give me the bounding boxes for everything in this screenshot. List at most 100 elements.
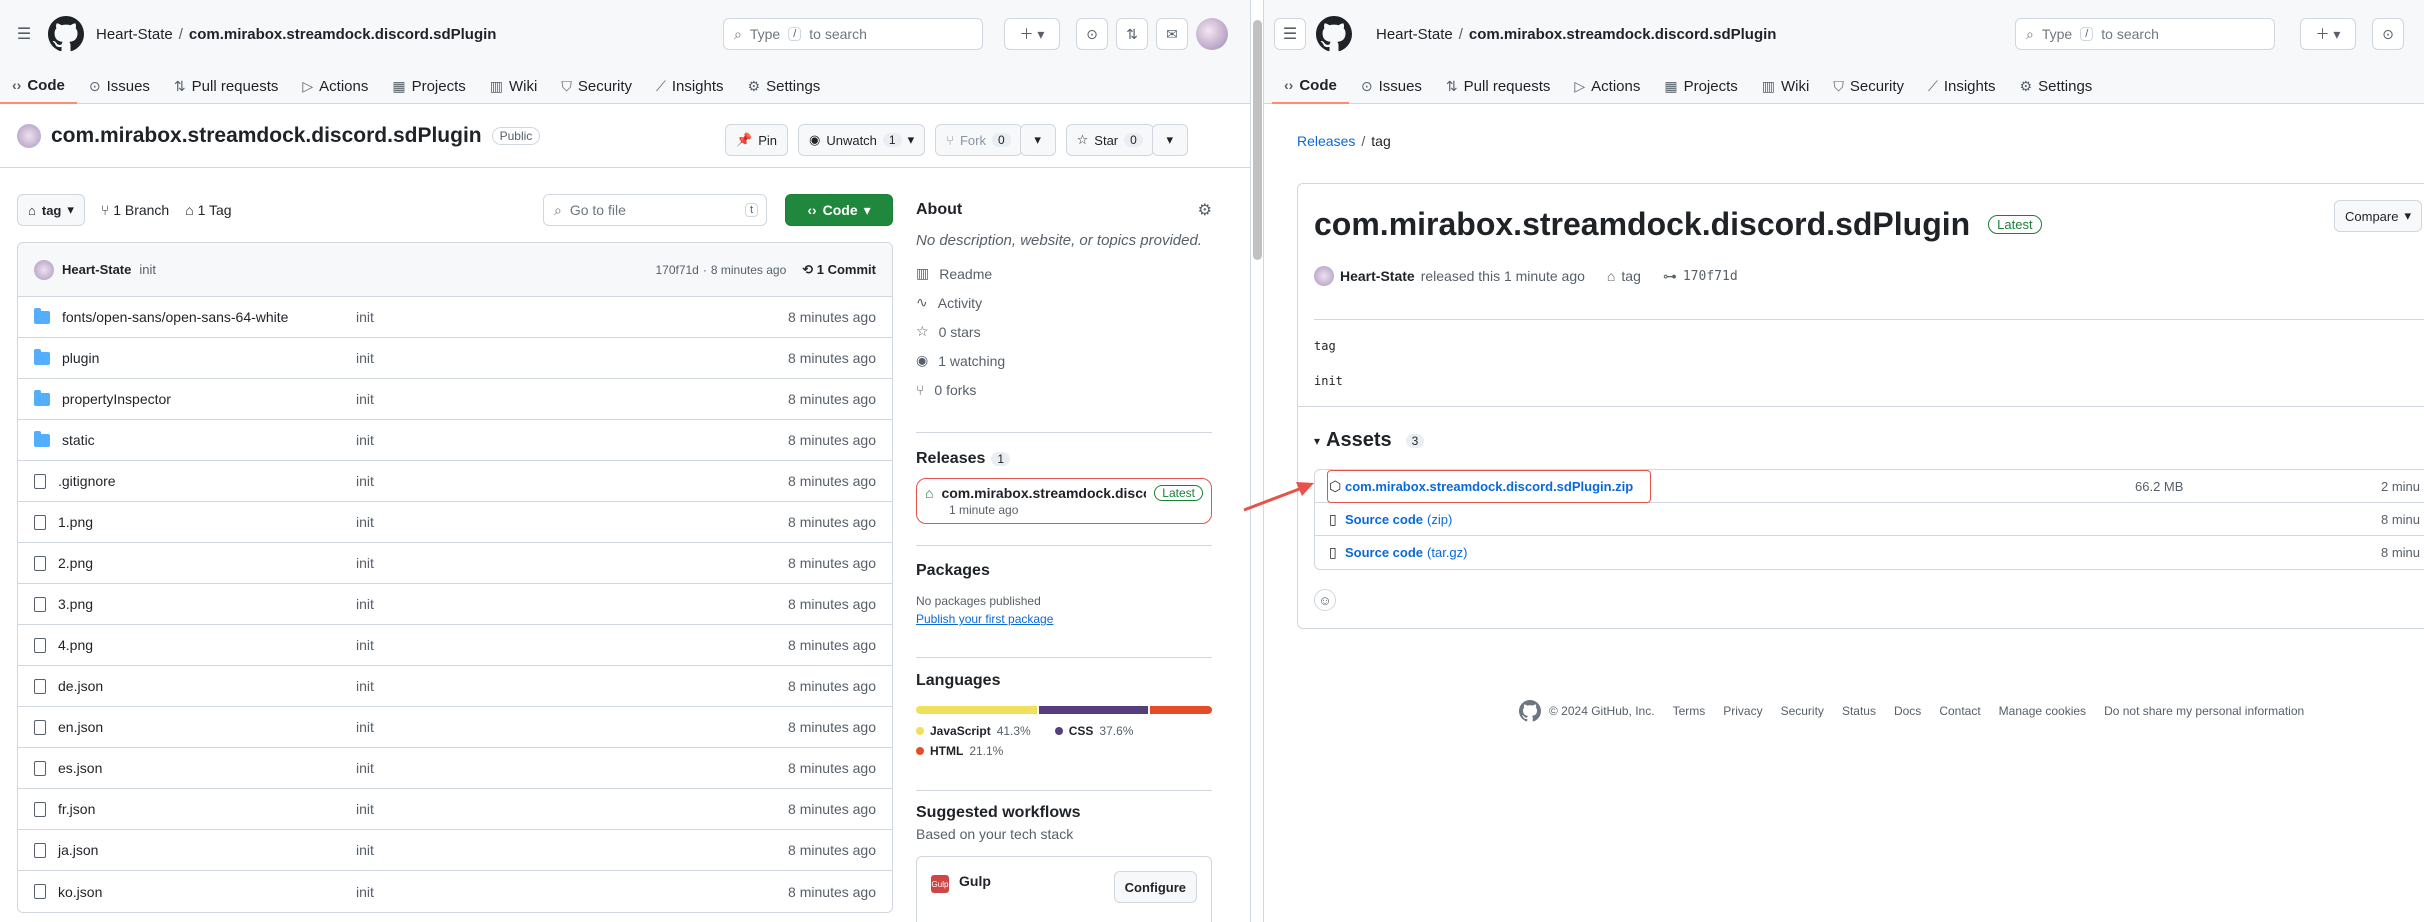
asset-ext[interactable]: (zip)	[1427, 512, 1452, 527]
star-dropdown-button[interactable]: ▾	[1151, 124, 1188, 156]
language-item[interactable]: HTML 21.1%	[916, 744, 1212, 758]
code-button[interactable]: ‹› Code ▾	[785, 194, 893, 226]
releases-title[interactable]: Releases	[916, 450, 985, 468]
tab-wiki[interactable]: ▥ Wiki	[478, 68, 550, 104]
release-author[interactable]: Heart-State	[1340, 268, 1415, 284]
tab-code[interactable]: ‹› Code	[1272, 68, 1349, 104]
github-logo-icon[interactable]	[48, 16, 84, 52]
publish-package-link[interactable]: Publish your first package	[916, 612, 1212, 626]
file-name[interactable]: es.json	[58, 760, 102, 776]
tags-link[interactable]: ⌂ 1 Tag	[185, 202, 231, 218]
breadcrumb-owner[interactable]: Heart-State	[1376, 26, 1453, 43]
configure-button[interactable]: Configure	[1113, 871, 1197, 903]
tab-wiki[interactable]: ▥ Wiki	[1750, 68, 1822, 104]
assets-toggle[interactable]: ▾ Assets 3	[1314, 429, 1425, 452]
tab-security[interactable]: ⛉ Security	[549, 68, 644, 104]
language-item[interactable]: CSS 37.6%	[1054, 724, 1133, 738]
fork-button[interactable]: ⑂ Fork 0	[935, 124, 1022, 156]
breadcrumb-repo[interactable]: com.mirabox.streamdock.discord.sdPlugin	[1469, 26, 1777, 43]
menu-icon[interactable]: ☰	[1274, 18, 1306, 50]
file-name[interactable]: fonts/open-sans/open-sans-64-white	[62, 309, 288, 325]
release-commit[interactable]: 170f71d	[1683, 269, 1738, 284]
tab-projects[interactable]: ▦ Projects	[380, 68, 477, 104]
menu-icon[interactable]: ☰	[8, 18, 40, 50]
issues-icon[interactable]: ⊙	[1076, 18, 1108, 50]
unwatch-button[interactable]: ◉ Unwatch 1 ▾	[797, 124, 926, 156]
footer-link-cookies[interactable]: Manage cookies	[1999, 704, 2086, 718]
tab-insights[interactable]: ⟋ Insights	[1916, 68, 2008, 104]
asset-ext[interactable]: (tar.gz)	[1427, 545, 1467, 560]
inbox-icon[interactable]: ✉	[1156, 18, 1188, 50]
tab-pull-requests[interactable]: ⇅ Pull requests	[1434, 68, 1562, 104]
file-commit-message[interactable]: init	[356, 801, 788, 817]
file-commit-message[interactable]: init	[356, 719, 788, 735]
file-name[interactable]: en.json	[58, 719, 103, 735]
github-logo-icon[interactable]	[1316, 16, 1352, 52]
tab-settings[interactable]: ⚙ Settings	[736, 68, 833, 104]
gear-icon[interactable]: ⚙	[1198, 200, 1212, 220]
compare-button[interactable]: Compare ▾	[2334, 200, 2422, 232]
watching-link[interactable]: ◉ 1 watching	[916, 346, 1212, 375]
tab-actions[interactable]: ▷ Actions	[290, 68, 380, 104]
tab-pull-requests[interactable]: ⇅ Pull requests	[162, 68, 290, 104]
commits-link[interactable]: ⟲ 1 Commit	[802, 262, 876, 278]
footer-link-do-not-share[interactable]: Do not share my personal information	[2104, 704, 2304, 718]
branch-select[interactable]: ⌂ tag ▾	[17, 194, 85, 226]
commit-author[interactable]: Heart-State	[62, 262, 131, 277]
file-commit-message[interactable]: init	[356, 391, 788, 407]
tab-issues[interactable]: ⊙ Issues	[77, 68, 162, 104]
footer-link-status[interactable]: Status	[1842, 704, 1876, 718]
file-name[interactable]: 2.png	[58, 555, 93, 571]
tab-security[interactable]: ⛉ Security	[1821, 68, 1916, 104]
tab-code[interactable]: ‹› Code	[0, 68, 77, 104]
create-new-button[interactable]: ＋ ▾	[1004, 18, 1060, 50]
commit-hash[interactable]: 170f71d	[655, 263, 698, 277]
user-avatar[interactable]	[1196, 18, 1228, 50]
search-input[interactable]: ⌕ Type / to search	[2015, 18, 2275, 50]
tab-projects[interactable]: ▦ Projects	[1652, 68, 1749, 104]
release-tag[interactable]: tag	[1621, 268, 1640, 284]
footer-link-terms[interactable]: Terms	[1673, 704, 1706, 718]
file-name[interactable]: 4.png	[58, 637, 93, 653]
smiley-icon[interactable]: ☺	[1314, 589, 1336, 611]
repo-name[interactable]: com.mirabox.streamdock.discord.sdPlugin	[51, 124, 482, 148]
file-name[interactable]: de.json	[58, 678, 103, 694]
go-to-file-input[interactable]: ⌕ Go to file t	[543, 194, 767, 226]
file-commit-message[interactable]: init	[356, 884, 788, 900]
file-commit-message[interactable]: init	[356, 514, 788, 530]
footer-link-security[interactable]: Security	[1781, 704, 1824, 718]
tab-settings[interactable]: ⚙ Settings	[2008, 68, 2105, 104]
file-commit-message[interactable]: init	[356, 760, 788, 776]
asset-link[interactable]: Source code	[1345, 512, 1423, 527]
file-commit-message[interactable]: init	[356, 596, 788, 612]
footer-link-contact[interactable]: Contact	[1939, 704, 1980, 718]
footer-link-docs[interactable]: Docs	[1894, 704, 1921, 718]
file-name[interactable]: 3.png	[58, 596, 93, 612]
file-commit-message[interactable]: init	[356, 309, 788, 325]
forks-link[interactable]: ⑂ 0 forks	[916, 375, 1212, 404]
releases-link[interactable]: Releases	[1297, 133, 1355, 149]
branches-link[interactable]: ⑂ 1 Branch	[101, 202, 169, 218]
release-name[interactable]: com.mirabox.streamdock.discor...	[941, 485, 1146, 501]
file-commit-message[interactable]: init	[356, 350, 788, 366]
file-commit-message[interactable]: init	[356, 432, 788, 448]
file-commit-message[interactable]: init	[356, 473, 788, 489]
file-name[interactable]: .gitignore	[58, 473, 116, 489]
file-name[interactable]: plugin	[62, 350, 99, 366]
stars-link[interactable]: ☆ 0 stars	[916, 317, 1212, 346]
github-logo-icon[interactable]	[1519, 700, 1541, 722]
file-commit-message[interactable]: init	[356, 842, 788, 858]
file-name[interactable]: fr.json	[58, 801, 95, 817]
file-name[interactable]: 1.png	[58, 514, 93, 530]
file-commit-message[interactable]: init	[356, 555, 788, 571]
window-split-divider[interactable]	[1250, 0, 1264, 922]
commit-message[interactable]: init	[139, 262, 655, 277]
pin-button[interactable]: 📌 Pin	[725, 124, 788, 156]
language-item[interactable]: JavaScript 41.3%	[916, 724, 1031, 738]
readme-link[interactable]: ▥ Readme	[916, 259, 1212, 288]
tab-insights[interactable]: ⟋ Insights	[644, 68, 736, 104]
file-commit-message[interactable]: init	[356, 678, 788, 694]
breadcrumb-owner[interactable]: Heart-State	[96, 26, 173, 43]
breadcrumb-repo[interactable]: com.mirabox.streamdock.discord.sdPlugin	[189, 26, 497, 43]
asset-link[interactable]: Source code	[1345, 545, 1423, 560]
